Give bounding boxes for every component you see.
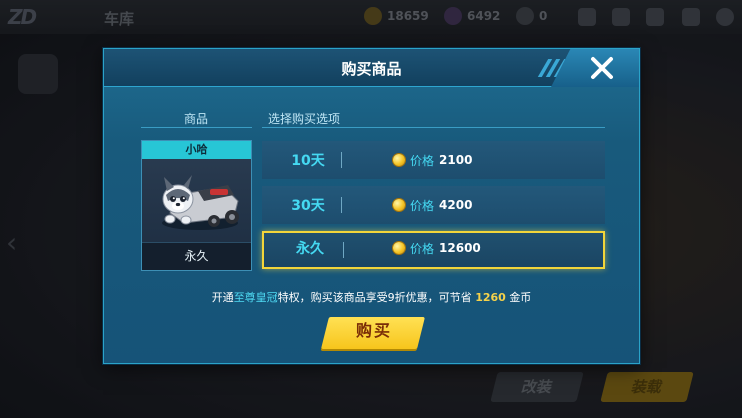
option-10-days[interactable]: 10天 价格 2100 bbox=[262, 141, 605, 179]
option-duration: 永久 bbox=[296, 241, 324, 257]
promo-part: 开通 bbox=[211, 291, 234, 304]
promo-saving: 1260 bbox=[475, 291, 506, 304]
divider bbox=[341, 152, 342, 168]
price-value: 4200 bbox=[439, 198, 473, 212]
option-permanent[interactable]: 永久 价格 12600 bbox=[262, 231, 605, 269]
options-column-label: 选择购买选项 bbox=[268, 112, 341, 126]
divider bbox=[141, 127, 252, 128]
option-30-days[interactable]: 30天 价格 4200 bbox=[262, 186, 605, 224]
item-name: 小哈 bbox=[142, 141, 251, 159]
coin-icon bbox=[393, 154, 405, 166]
item-card: 小哈 永久 bbox=[141, 140, 252, 271]
husky-kart-icon bbox=[162, 175, 239, 230]
divider bbox=[262, 127, 605, 128]
price-label: 价格 bbox=[410, 241, 435, 256]
buy-button-label: 购买 bbox=[355, 321, 392, 340]
divider bbox=[341, 197, 342, 213]
option-price: 价格 4200 bbox=[393, 186, 472, 224]
option-price: 价格 12600 bbox=[393, 231, 481, 265]
buy-button[interactable]: 购买 bbox=[321, 317, 425, 349]
promo-privilege-link[interactable]: 至尊皇冠 bbox=[234, 291, 278, 304]
price-label: 价格 bbox=[410, 153, 435, 168]
promo-part: 特权，购买该商品享受9折优惠，可节省 bbox=[277, 291, 472, 304]
promo-part: 金币 bbox=[509, 291, 532, 304]
price-value: 2100 bbox=[439, 153, 473, 167]
option-duration: 30天 bbox=[291, 198, 325, 214]
item-column-label: 商品 bbox=[184, 112, 209, 126]
item-duration: 永久 bbox=[142, 242, 251, 270]
price-value: 12600 bbox=[439, 241, 481, 255]
option-price: 价格 2100 bbox=[393, 141, 472, 179]
option-duration: 10天 bbox=[291, 153, 325, 169]
dialog-header: 购买商品 bbox=[104, 49, 639, 87]
price-label: 价格 bbox=[410, 198, 435, 213]
close-button[interactable] bbox=[551, 49, 639, 87]
coin-icon bbox=[393, 242, 405, 254]
purchase-dialog: 购买商品 商品 选择购买选项 小哈 永久 10天 价格 2100 30天 价格 … bbox=[103, 48, 640, 364]
divider bbox=[343, 242, 344, 258]
promo-text: 开通至尊皇冠特权，购买该商品享受9折优惠，可节省 1260 金币 bbox=[104, 289, 639, 305]
close-icon bbox=[591, 57, 613, 79]
coin-icon bbox=[393, 199, 405, 211]
